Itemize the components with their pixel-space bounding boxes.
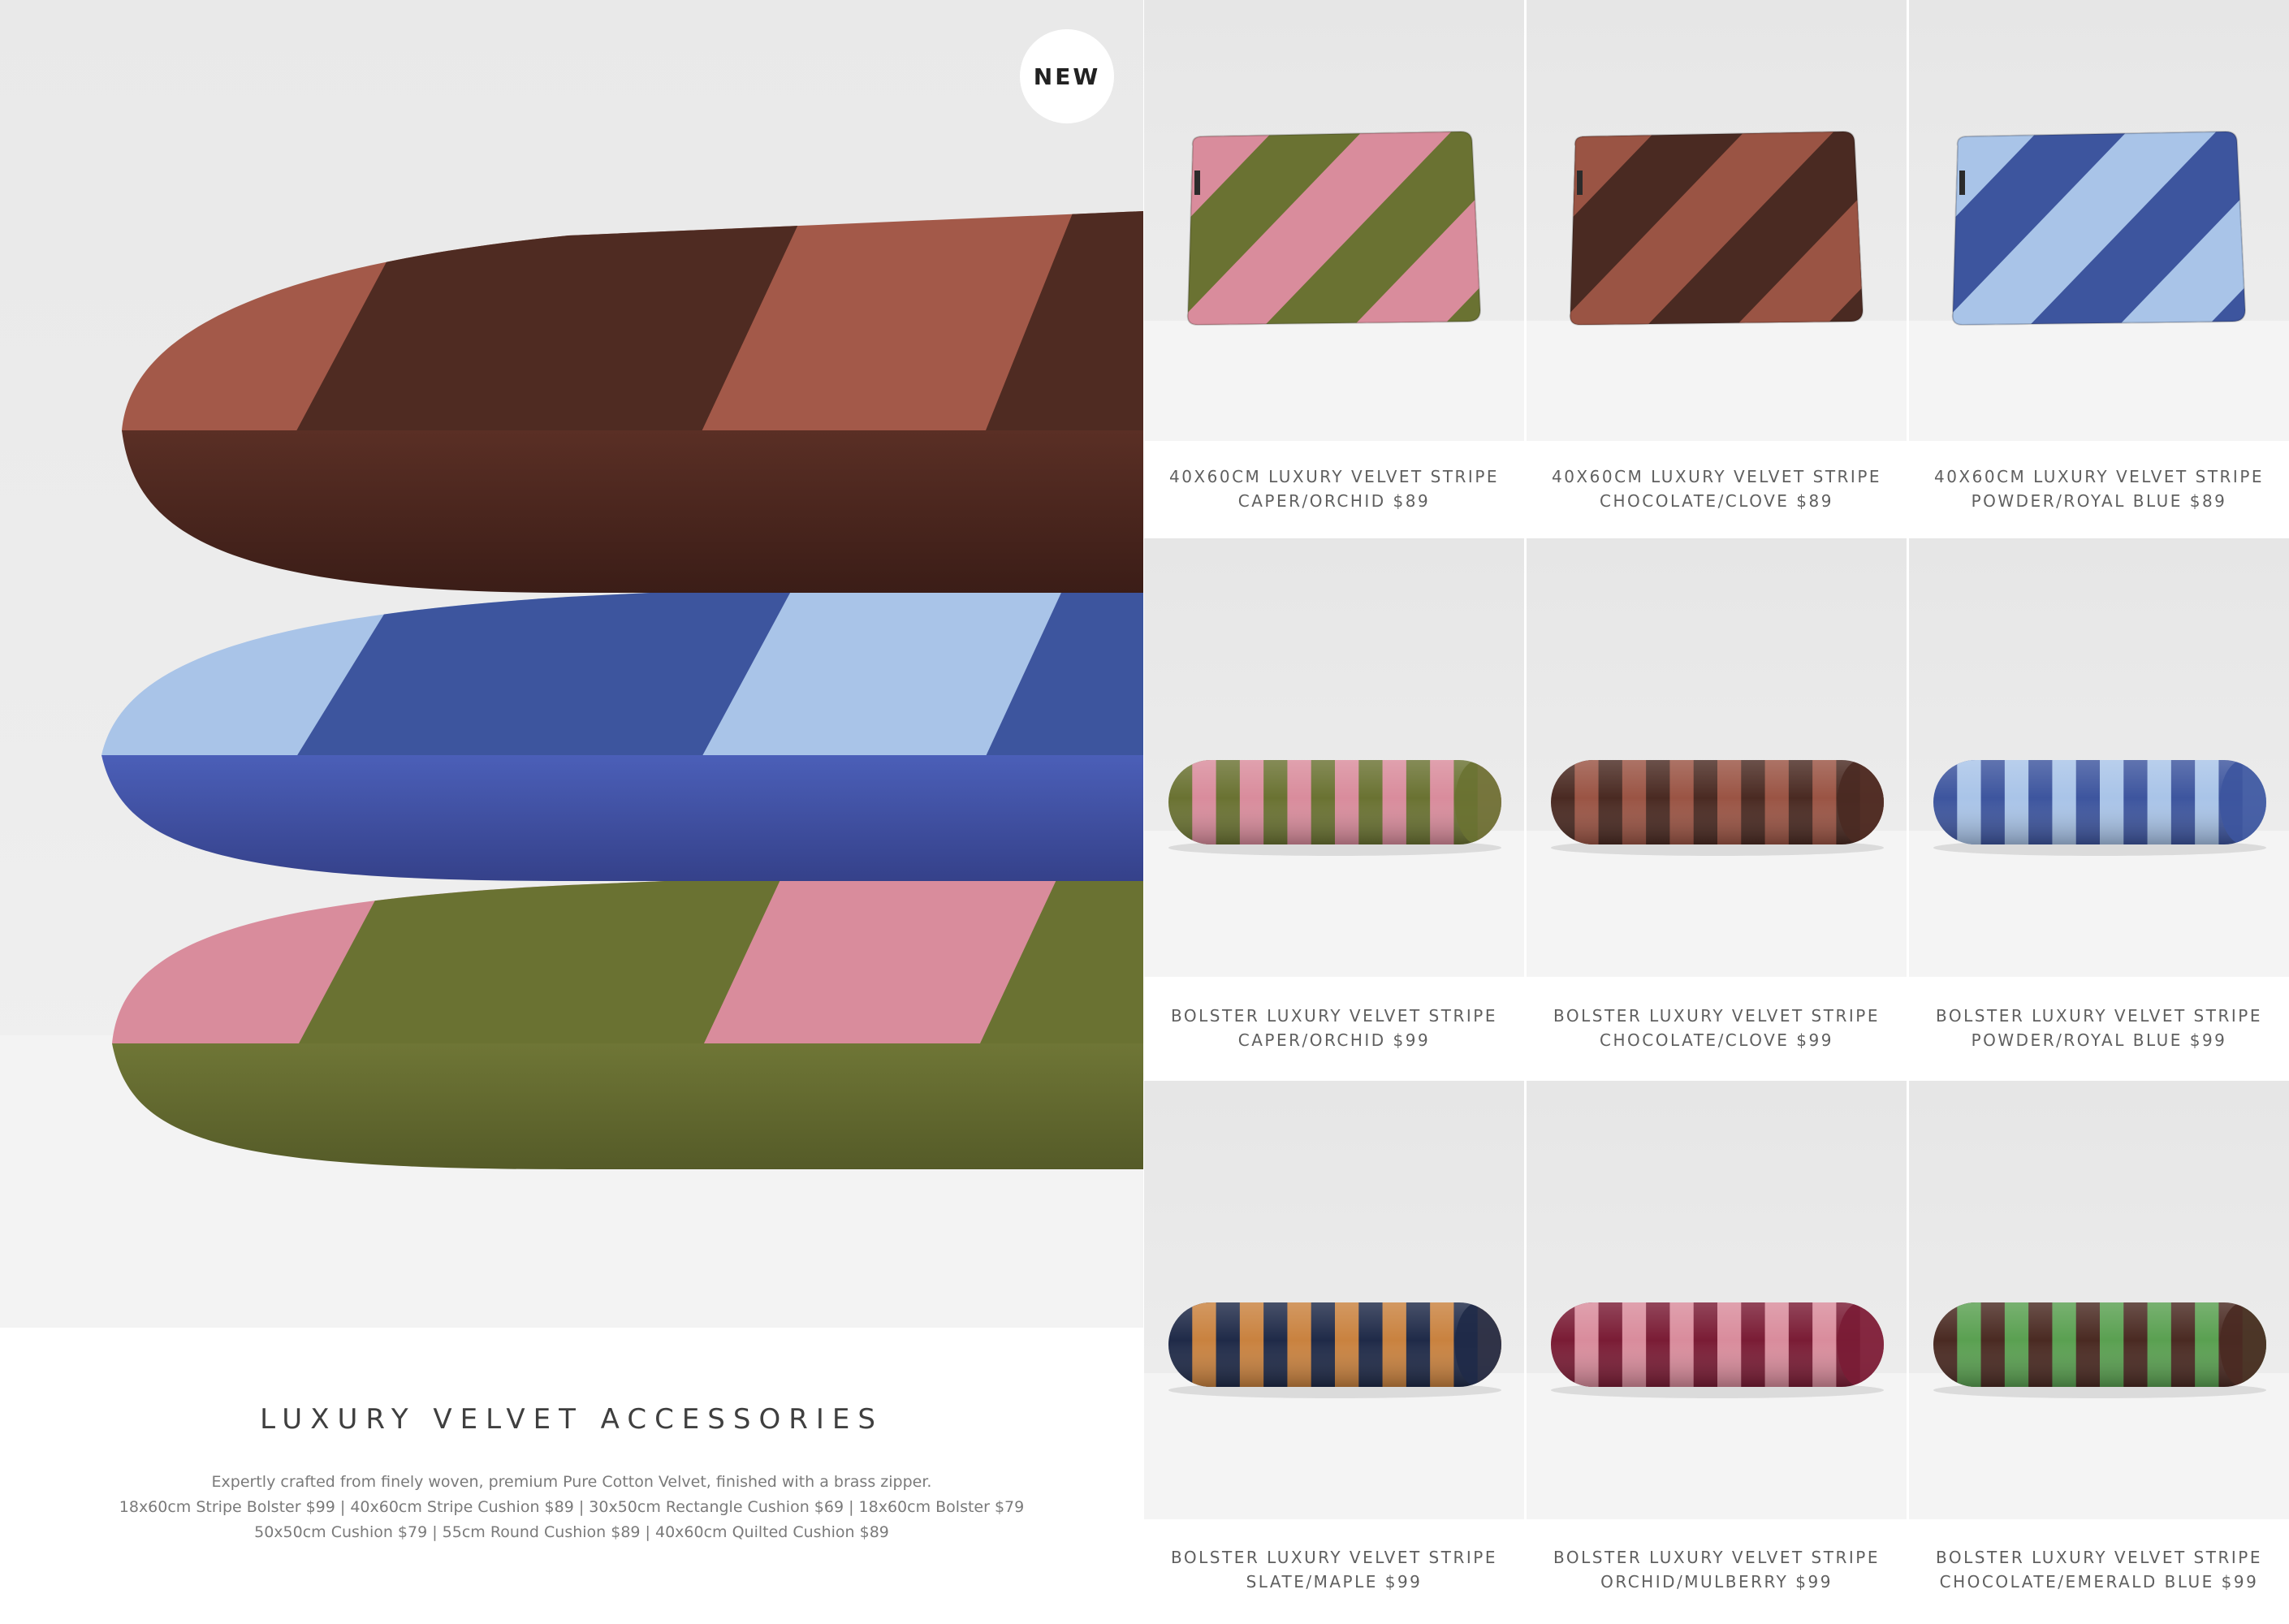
product-title: BOLSTER LUXURY VELVET STRIPE [1936, 1548, 2262, 1567]
product-photo [1527, 538, 1907, 977]
cushion-illustration [1527, 0, 1907, 441]
product-grid: 40X60CM LUXURY VELVET STRIPE CAPER/ORCHI… [1144, 0, 2289, 1624]
stacked-cushions-photo [0, 211, 1143, 1328]
product-photo [1909, 1081, 2289, 1519]
product-photo [1144, 0, 1524, 441]
product-photo [1909, 0, 2289, 441]
product-variant-price: CHOCOLATE/CLOVE $89 [1600, 491, 1833, 511]
product-title: BOLSTER LUXURY VELVET STRIPE [1936, 1006, 2262, 1026]
product-variant-price: CHOCOLATE/CLOVE $99 [1600, 1030, 1833, 1050]
product-photo [1144, 1081, 1524, 1519]
product-caption: BOLSTER LUXURY VELVET STRIPE POWDER/ROYA… [1909, 1004, 2289, 1052]
product-title: BOLSTER LUXURY VELVET STRIPE [1553, 1006, 1880, 1026]
bolster-illustration [1144, 538, 1524, 977]
product-photo [1909, 538, 2289, 977]
product-caption: 40X60CM LUXURY VELVET STRIPE CAPER/ORCHI… [1144, 464, 1524, 513]
product-photo [1527, 1081, 1907, 1519]
new-badge: NEW [1020, 29, 1114, 123]
cushion-illustration [1144, 0, 1524, 441]
description-line: Expertly crafted from finely woven, prem… [211, 1473, 932, 1491]
description-line: 50x50cm Cushion $79 | 55cm Round Cushion… [254, 1523, 889, 1541]
product-caption: 40X60CM LUXURY VELVET STRIPE POWDER/ROYA… [1909, 464, 2289, 513]
bolster-illustration [1909, 1081, 2289, 1519]
bolster-illustration [1527, 1081, 1907, 1519]
collection-description: Expertly crafted from finely woven, prem… [0, 1470, 1143, 1545]
product-title: BOLSTER LUXURY VELVET STRIPE [1171, 1006, 1497, 1026]
product-variant-price: CAPER/ORCHID $99 [1237, 1030, 1431, 1050]
product-title: BOLSTER LUXURY VELVET STRIPE [1553, 1548, 1880, 1567]
hero-image: NEW [0, 0, 1143, 1328]
product-caption: BOLSTER LUXURY VELVET STRIPE SLATE/MAPLE… [1144, 1545, 1524, 1594]
product-caption: BOLSTER LUXURY VELVET STRIPE CAPER/ORCHI… [1144, 1004, 1524, 1052]
product-title: 40X60CM LUXURY VELVET STRIPE [1168, 467, 1500, 486]
product-title: 40X60CM LUXURY VELVET STRIPE [1551, 467, 1882, 486]
description-line: 18x60cm Stripe Bolster $99 | 40x60cm Str… [119, 1498, 1025, 1516]
collection-intro: LUXURY VELVET ACCESSORIES Expertly craft… [0, 1328, 1143, 1624]
product-caption: BOLSTER LUXURY VELVET STRIPE ORCHID/MULB… [1527, 1545, 1907, 1594]
product-photo [1144, 538, 1524, 977]
bolster-illustration [1909, 538, 2289, 977]
cushion-illustration [1909, 0, 2289, 441]
product-variant-price: SLATE/MAPLE $99 [1246, 1572, 1423, 1592]
product-variant-price: CHOCOLATE/EMERALD BLUE $99 [1939, 1572, 2259, 1592]
bolster-illustration [1144, 1081, 1524, 1519]
product-variant-price: ORCHID/MULBERRY $99 [1600, 1572, 1833, 1592]
product-variant-price: POWDER/ROYAL BLUE $99 [1971, 1030, 2227, 1050]
product-caption: 40X60CM LUXURY VELVET STRIPE CHOCOLATE/C… [1527, 464, 1907, 513]
product-caption: BOLSTER LUXURY VELVET STRIPE CHOCOLATE/C… [1527, 1004, 1907, 1052]
product-photo [1527, 0, 1907, 441]
product-variant-price: POWDER/ROYAL BLUE $89 [1971, 491, 2227, 511]
product-title: 40X60CM LUXURY VELVET STRIPE [1933, 467, 2265, 486]
collection-title: LUXURY VELVET ACCESSORIES [260, 1403, 883, 1436]
bolster-illustration [1527, 538, 1907, 977]
product-variant-price: CAPER/ORCHID $89 [1237, 491, 1431, 511]
product-title: BOLSTER LUXURY VELVET STRIPE [1171, 1548, 1497, 1567]
product-caption: BOLSTER LUXURY VELVET STRIPE CHOCOLATE/E… [1909, 1545, 2289, 1594]
